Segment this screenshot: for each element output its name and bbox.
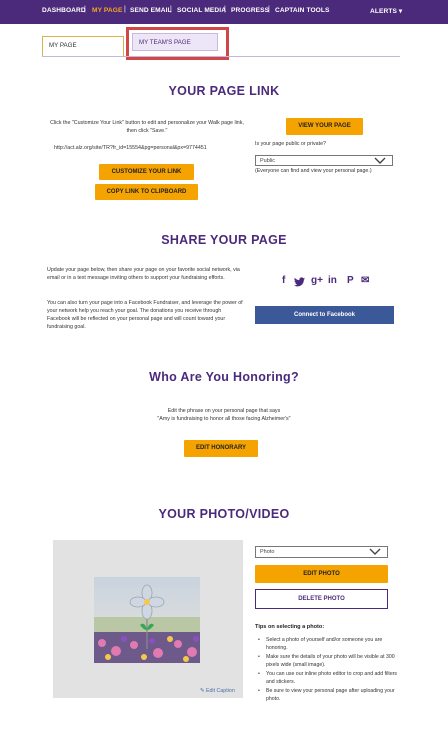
customize-link-button[interactable]: CUSTOMIZE YOUR LINK <box>99 164 194 180</box>
edit-caption-label: Edit Caption <box>205 688 235 694</box>
nav-my-page[interactable]: MY PAGE <box>92 7 123 14</box>
nav-separator: | <box>170 6 172 13</box>
nav-separator: | <box>224 6 226 13</box>
pinwheel-photo-image <box>94 577 200 663</box>
page-link-instructions: Click the "Customize Your Link" button t… <box>50 120 244 134</box>
honoring-line-2: "Amy is fundraising to honor all those f… <box>157 416 291 422</box>
nav-progress[interactable]: PROGRESS <box>231 7 269 14</box>
page-link-title: YOUR PAGE LINK <box>168 84 280 98</box>
nav-alerts-label: ALERTS <box>370 8 397 15</box>
share-paragraph-2: You can also turn your page into a Faceb… <box>47 300 243 330</box>
edit-photo-button[interactable]: EDIT PHOTO <box>255 565 388 583</box>
pencil-icon: ✎ <box>200 688 205 694</box>
share-paragraph-1: Update your page below, then share your … <box>47 267 240 281</box>
photo-tips-list: Select a photo of yourself and/or someon… <box>258 636 398 704</box>
nav-captain-tools[interactable]: CAPTAIN TOOLS <box>275 7 330 14</box>
edit-honorary-button[interactable]: EDIT HONORARY <box>184 440 258 457</box>
share-title: SHARE YOUR PAGE <box>161 233 287 247</box>
connect-facebook-button[interactable]: Connect to Facebook <box>255 306 394 324</box>
media-type-value: Photo <box>260 549 275 555</box>
tab-my-page[interactable]: MY PAGE <box>42 36 124 56</box>
list-item: You can use our inline photo editor to c… <box>258 670 398 686</box>
chevron-down-icon <box>369 548 381 555</box>
nav-dashboard[interactable]: DASHBOARD <box>42 7 86 14</box>
top-navigation-bar: DASHBOARD | MY PAGE | SEND EMAIL | SOCIA… <box>0 0 448 24</box>
nav-social-media[interactable]: SOCIAL MEDIA <box>177 7 226 14</box>
pinterest-icon[interactable]: P <box>347 275 354 286</box>
view-page-button[interactable]: VIEW YOUR PAGE <box>286 118 363 135</box>
media-type-select[interactable]: Photo <box>255 546 388 558</box>
nav-separator: | <box>268 6 270 13</box>
twitter-icon[interactable] <box>294 277 305 287</box>
honoring-title: Who Are You Honoring? <box>149 370 299 384</box>
privacy-select-value: Public <box>260 158 275 164</box>
list-item: Be sure to view your personal page after… <box>258 687 398 703</box>
email-icon[interactable]: ✉ <box>361 275 369 286</box>
privacy-note: (Everyone can find and view your persona… <box>255 168 372 174</box>
photo-preview <box>94 577 200 663</box>
page-link-url: http://act.alz.org/site/TR?fr_id=15554&p… <box>54 145 207 151</box>
nav-separator: | <box>124 6 126 13</box>
linkedin-icon[interactable]: in <box>328 275 337 286</box>
google-plus-icon[interactable]: g+ <box>311 275 323 286</box>
delete-photo-button[interactable]: DELETE PHOTO <box>255 589 388 609</box>
privacy-question: Is your page public or private? <box>255 141 326 147</box>
nav-alerts[interactable]: ALERTS ▾ <box>370 7 402 15</box>
copy-link-button[interactable]: COPY LINK TO CLIPBOARD <box>95 184 198 200</box>
facebook-icon[interactable]: f <box>282 275 285 286</box>
tab-divider <box>42 56 400 57</box>
honoring-line-1: Edit the phrase on your personal page th… <box>167 408 281 414</box>
chevron-down-icon <box>374 157 386 164</box>
photo-video-title: YOUR PHOTO/VIDEO <box>158 507 290 521</box>
chevron-down-icon: ▾ <box>398 8 403 15</box>
photo-tips-title: Tips on selecting a photo: <box>255 624 325 630</box>
edit-caption-link[interactable]: ✎ Edit Caption <box>200 688 235 694</box>
list-item: Select a photo of yourself and/or someon… <box>258 636 398 652</box>
privacy-select[interactable]: Public <box>255 155 393 166</box>
nav-separator: | <box>84 6 86 13</box>
nav-send-email[interactable]: SEND EMAIL <box>130 7 172 14</box>
list-item: Make sure the details of your photo will… <box>258 653 398 669</box>
